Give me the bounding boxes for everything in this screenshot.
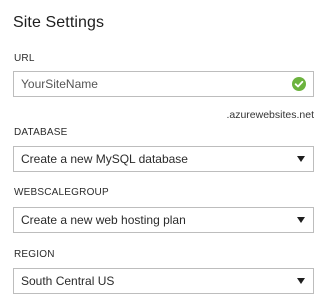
database-select[interactable]: Create a new MySQL database xyxy=(13,146,314,172)
chevron-down-icon xyxy=(297,217,305,223)
url-field[interactable]: YourSiteName xyxy=(13,71,314,97)
chevron-down-icon xyxy=(297,278,305,284)
domain-suffix: .azurewebsites.net xyxy=(226,109,314,121)
url-value[interactable]: YourSiteName xyxy=(14,77,292,91)
region-selected-value: South Central US xyxy=(21,274,115,288)
webscalegroup-label: WEBSCALEGROUP xyxy=(14,187,109,198)
database-label: DATABASE xyxy=(14,127,68,138)
region-label: REGION xyxy=(14,249,55,260)
webscalegroup-select[interactable]: Create a new web hosting plan xyxy=(13,207,314,233)
site-settings-panel: Site Settings URL YourSiteName .azureweb… xyxy=(0,0,327,307)
panel-title: Site Settings xyxy=(13,14,105,31)
database-selected-value: Create a new MySQL database xyxy=(21,152,188,166)
chevron-down-icon xyxy=(297,156,305,162)
webscalegroup-selected-value: Create a new web hosting plan xyxy=(21,213,186,227)
region-select[interactable]: South Central US xyxy=(13,268,314,294)
url-label: URL xyxy=(14,53,35,64)
check-circle-icon xyxy=(292,77,306,91)
